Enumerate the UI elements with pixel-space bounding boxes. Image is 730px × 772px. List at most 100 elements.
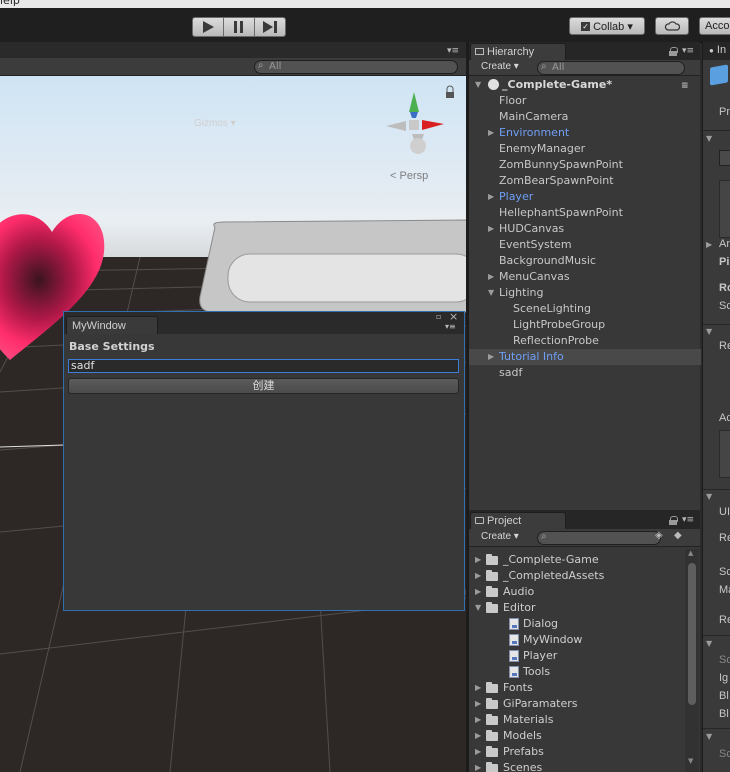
scroll-up-icon[interactable]: ▲ bbox=[688, 549, 693, 557]
hierarchy-item[interactable]: LightProbeGroup bbox=[469, 317, 701, 333]
tab-mywindow[interactable]: MyWindow bbox=[66, 316, 158, 334]
pause-button[interactable] bbox=[223, 17, 255, 37]
hierarchy-item[interactable]: BackgroundMusic bbox=[469, 253, 701, 269]
foldout-arrow-icon[interactable]: ▼ bbox=[706, 732, 712, 741]
project-item[interactable]: ▼ Editor bbox=[469, 600, 684, 616]
hierarchy-item[interactable]: ▶ Tutorial Info bbox=[469, 349, 701, 365]
scene-menu-icon[interactable]: ▾≡ bbox=[447, 46, 459, 56]
filter-type-icon[interactable]: ◈ bbox=[655, 530, 663, 541]
scroll-thumb[interactable] bbox=[688, 563, 696, 705]
mywindow-tabbar: MyWindow ▫ × ▾≡ bbox=[64, 310, 464, 334]
gizmos-dropdown[interactable]: Gizmos ▾ bbox=[194, 118, 236, 129]
hierarchy-item[interactable]: ▶ Player bbox=[469, 189, 701, 205]
hierarchy-item[interactable]: ZomBunnySpawnPoint bbox=[469, 157, 701, 173]
project-item[interactable]: MyWindow bbox=[469, 632, 684, 648]
foldout-arrow-icon[interactable]: ▶ bbox=[706, 240, 712, 249]
hierarchy-item[interactable]: ReflectionProbe bbox=[469, 333, 701, 349]
collapsed-arrow-icon[interactable]: ▶ bbox=[488, 349, 494, 365]
collapsed-arrow-icon[interactable]: ▶ bbox=[475, 552, 481, 568]
project-item[interactable]: Tools bbox=[469, 664, 684, 680]
collapsed-arrow-icon[interactable]: ▶ bbox=[488, 125, 494, 141]
splitter[interactable] bbox=[466, 42, 469, 772]
project-item[interactable]: ▶ _CompletedAssets bbox=[469, 568, 684, 584]
hierarchy-item[interactable]: ▶ Environment bbox=[469, 125, 701, 141]
collapsed-arrow-icon[interactable]: ▶ bbox=[488, 189, 494, 205]
hierarchy-item[interactable]: Floor bbox=[469, 93, 701, 109]
hierarchy-item[interactable]: ▶ MenuCanvas bbox=[469, 269, 701, 285]
scene-search-input[interactable]: All bbox=[254, 60, 458, 74]
collapsed-arrow-icon[interactable]: ▶ bbox=[475, 728, 481, 744]
expanded-arrow-icon[interactable]: ▼ bbox=[488, 285, 494, 301]
help-menu[interactable]: lelp bbox=[0, 0, 20, 7]
project-item[interactable]: ▶ Fonts bbox=[469, 680, 684, 696]
collapsed-arrow-icon[interactable]: ▶ bbox=[475, 744, 481, 760]
expanded-arrow-icon[interactable]: ▼ bbox=[475, 600, 481, 616]
project-search-input[interactable] bbox=[537, 531, 661, 545]
persp-label[interactable]: < Persp bbox=[390, 170, 428, 182]
mywindow-panel[interactable]: MyWindow ▫ × ▾≡ Base Settings sadf 创建 bbox=[63, 310, 465, 611]
project-item[interactable]: ▶ Prefabs bbox=[469, 744, 684, 760]
hierarchy-item[interactable]: EnemyManager bbox=[469, 141, 701, 157]
collapsed-arrow-icon[interactable]: ▶ bbox=[475, 696, 481, 712]
project-scrollbar[interactable]: ▲ ▼ bbox=[685, 549, 699, 772]
hierarchy-item[interactable]: EventSystem bbox=[469, 237, 701, 253]
play-button[interactable] bbox=[192, 17, 224, 37]
foldout-arrow-icon[interactable]: ▼ bbox=[706, 492, 712, 501]
folder-icon bbox=[486, 762, 498, 772]
mywindow-menu-icon[interactable]: ▾≡ bbox=[445, 322, 456, 331]
hierarchy-item[interactable]: SceneLighting bbox=[469, 301, 701, 317]
project-item[interactable]: Dialog bbox=[469, 616, 684, 632]
hierarchy-item[interactable]: HellephantSpawnPoint bbox=[469, 205, 701, 221]
scene-root-row[interactable]: ▼ _Complete-Game* ≡ bbox=[469, 77, 701, 93]
step-button[interactable] bbox=[254, 17, 286, 37]
inspector-panel[interactable]: ● In PrScArPiRoScReAcUIReScMaReScIgBlBlS… bbox=[702, 42, 730, 772]
project-item[interactable]: ▶ _Complete-Game bbox=[469, 552, 684, 568]
expanded-arrow-icon[interactable]: ▼ bbox=[475, 77, 481, 93]
account-button[interactable]: Acco bbox=[699, 17, 730, 35]
project-item[interactable]: ▶ Materials bbox=[469, 712, 684, 728]
folder-icon bbox=[475, 517, 484, 524]
foldout-arrow-icon[interactable]: ▼ bbox=[706, 639, 712, 648]
tab-project[interactable]: Project bbox=[470, 512, 566, 529]
style-dropdown[interactable] bbox=[719, 150, 730, 166]
hierarchy-item[interactable]: MainCamera bbox=[469, 109, 701, 125]
hierarchy-search-input[interactable]: All bbox=[537, 61, 685, 75]
foldout-arrow-icon[interactable]: ▼ bbox=[706, 327, 712, 336]
cloud-button[interactable] bbox=[655, 17, 689, 35]
collapsed-arrow-icon[interactable]: ▶ bbox=[488, 269, 494, 285]
project-create-dropdown[interactable]: Create ▾ bbox=[481, 531, 519, 542]
collapsed-arrow-icon[interactable]: ▶ bbox=[475, 760, 481, 772]
collapsed-arrow-icon[interactable]: ▶ bbox=[488, 221, 494, 237]
collapsed-arrow-icon[interactable]: ▶ bbox=[475, 568, 481, 584]
collapsed-arrow-icon[interactable]: ▶ bbox=[475, 712, 481, 728]
hierarchy-panel[interactable]: ▼ _Complete-Game* ≡ Floor MainCamera ▶ Envi… bbox=[469, 76, 701, 510]
hierarchy-item[interactable]: ▶ HUDCanvas bbox=[469, 221, 701, 237]
hierarchy-item[interactable]: sadf bbox=[469, 365, 701, 381]
info-icon: ● bbox=[709, 46, 714, 55]
script-icon bbox=[509, 650, 519, 662]
project-item[interactable]: ▶ Scenes bbox=[469, 760, 684, 772]
collab-button[interactable]: ✓ Collab ▾ bbox=[569, 17, 645, 35]
project-item[interactable]: ▶ GiParamaters bbox=[469, 696, 684, 712]
project-item[interactable]: ▶ Audio bbox=[469, 584, 684, 600]
hierarchy-item-label: LightProbeGroup bbox=[513, 318, 606, 331]
project-menu-icon[interactable]: ▾≡ bbox=[682, 515, 694, 525]
scene-menu-icon[interactable]: ≡ bbox=[681, 78, 689, 94]
collapsed-arrow-icon[interactable]: ▶ bbox=[475, 584, 481, 600]
project-item[interactable]: ▶ Models bbox=[469, 728, 684, 744]
hierarchy-menu-icon[interactable]: ▾≡ bbox=[682, 46, 694, 56]
collapsed-arrow-icon[interactable]: ▶ bbox=[475, 680, 481, 696]
tab-hierarchy[interactable]: Hierarchy bbox=[470, 43, 566, 60]
project-item[interactable]: Player bbox=[469, 648, 684, 664]
maximize-icon[interactable]: ▫ bbox=[436, 312, 441, 321]
project-panel[interactable]: ▶ _Complete-Game ▶ _CompletedAssets ▶ Audio ▼ E… bbox=[469, 547, 700, 772]
name-text-field[interactable]: sadf bbox=[68, 359, 459, 373]
foldout-arrow-icon[interactable]: ▼ bbox=[706, 134, 712, 143]
hierarchy-item[interactable]: ZomBearSpawnPoint bbox=[469, 173, 701, 189]
hierarchy-item[interactable]: ▼ Lighting bbox=[469, 285, 701, 301]
tab-inspector[interactable]: ● In bbox=[709, 44, 726, 56]
create-button[interactable]: 创建 bbox=[68, 378, 459, 394]
filter-label-icon[interactable]: ◆ bbox=[674, 530, 682, 541]
scroll-down-icon[interactable]: ▼ bbox=[688, 757, 693, 765]
hierarchy-create-dropdown[interactable]: Create ▾ bbox=[481, 61, 519, 72]
